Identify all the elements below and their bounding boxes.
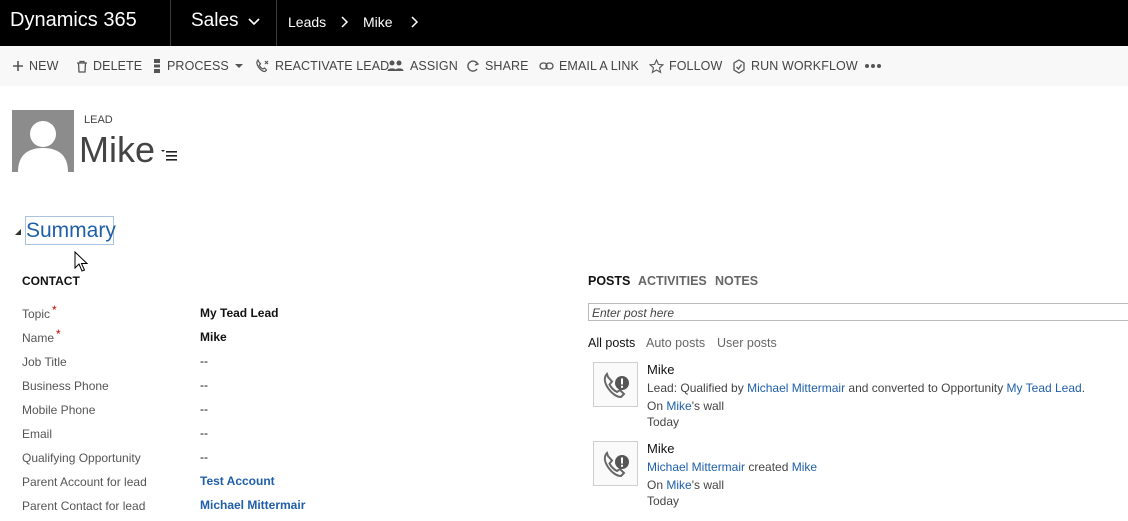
chevron-right-icon[interactable]: [340, 15, 350, 29]
mobile-phone-value[interactable]: --: [200, 402, 208, 416]
tab-activities[interactable]: ACTIVITIES: [638, 274, 707, 288]
delete-button[interactable]: DELETE: [76, 57, 142, 75]
post-timestamp: Today: [647, 415, 680, 429]
brand-title[interactable]: Dynamics 365: [10, 9, 137, 32]
parent-account-label: Parent Account for lead: [22, 475, 147, 489]
nav-divider: [276, 0, 277, 46]
avatar[interactable]: [12, 110, 74, 172]
post-wall: On Mike's wall: [647, 478, 724, 492]
chevron-right-icon[interactable]: [410, 15, 420, 29]
process-icon: [154, 59, 160, 73]
breadcrumb-leads[interactable]: Leads: [288, 14, 326, 30]
post-author[interactable]: Mike: [647, 362, 674, 377]
workflow-icon: [733, 58, 745, 74]
collapse-triangle-icon[interactable]: [14, 228, 22, 236]
follow-button[interactable]: FOLLOW: [649, 57, 722, 75]
reactivate-label: REACTIVATE LEAD: [275, 59, 390, 73]
email-label: Email: [22, 427, 53, 441]
caret-down-icon: [234, 64, 243, 68]
breadcrumb-mike[interactable]: Mike: [363, 14, 393, 30]
assign-button[interactable]: ASSIGN: [387, 57, 458, 75]
run-workflow-label: RUN WORKFLOW: [751, 59, 858, 73]
email-value[interactable]: --: [200, 426, 208, 440]
qualifying-opportunity-label: Qualifying Opportunity: [22, 451, 141, 465]
qualifying-opportunity-value[interactable]: --: [200, 450, 208, 464]
menu-icon[interactable]: [160, 148, 178, 162]
filter-all-posts[interactable]: All posts: [588, 336, 635, 350]
name-label: Name *: [22, 327, 61, 345]
share-label: SHARE: [485, 59, 529, 73]
app-switcher[interactable]: Sales: [191, 10, 239, 32]
share-icon: [467, 60, 480, 72]
email-link-label: EMAIL A LINK: [559, 59, 639, 73]
wall-link[interactable]: Mike: [666, 478, 691, 492]
mobile-phone-label: Mobile Phone: [22, 403, 96, 417]
contact-heading: CONTACT: [22, 274, 80, 288]
share-button[interactable]: SHARE: [466, 57, 529, 75]
tab-notes[interactable]: NOTES: [715, 274, 758, 288]
name-value[interactable]: Mike: [200, 330, 227, 344]
phone-alert-icon: [603, 450, 629, 477]
topic-value[interactable]: My Tead Lead: [200, 306, 278, 320]
business-phone-value[interactable]: --: [200, 378, 208, 392]
page-title: Mike: [79, 129, 156, 170]
command-bar: NEW DELETE PROCESS REACTIVATE LEAD ASSIG…: [0, 46, 1128, 86]
post-wall: On Mike's wall: [647, 399, 724, 413]
plus-icon: [13, 61, 23, 71]
wall-link[interactable]: Mike: [666, 399, 691, 413]
job-title-value[interactable]: --: [200, 354, 208, 368]
opportunity-link[interactable]: My Tead Lead: [1007, 381, 1082, 395]
job-title-label: Job Title: [22, 355, 67, 369]
process-button[interactable]: PROCESS: [152, 57, 248, 75]
chevron-down-icon[interactable]: [248, 14, 260, 28]
new-button[interactable]: NEW: [12, 57, 58, 75]
assign-icon: [387, 60, 404, 71]
top-nav-bar: Dynamics 365 Sales Leads Mike: [0, 0, 1128, 46]
follow-label: FOLLOW: [669, 59, 723, 73]
phone-alert-icon: [603, 371, 629, 398]
more-commands-button[interactable]: [864, 57, 887, 75]
email-a-link-button[interactable]: EMAIL A LINK: [539, 57, 639, 75]
parent-contact-label: Parent Contact for lead: [22, 499, 146, 513]
business-phone-label: Business Phone: [22, 379, 109, 393]
user-link[interactable]: Michael Mittermair: [647, 460, 745, 474]
assign-label: ASSIGN: [410, 59, 458, 73]
topic-label: Topic *: [22, 303, 57, 321]
trash-icon: [77, 60, 87, 73]
ellipsis-icon: [865, 64, 881, 68]
lead-link[interactable]: Mike: [792, 460, 817, 474]
parent-contact-link[interactable]: Michael Mittermair: [200, 498, 305, 512]
parent-account-link[interactable]: Test Account: [200, 474, 275, 488]
run-workflow-button[interactable]: RUN WORKFLOW: [732, 57, 858, 75]
nav-divider: [170, 0, 171, 46]
summary-section-header[interactable]: Summary: [25, 216, 116, 245]
person-icon: [18, 121, 68, 172]
mouse-cursor-icon: [74, 251, 88, 272]
post-icon: [593, 441, 638, 486]
post-timestamp: Today: [647, 494, 680, 508]
link-icon: [539, 62, 554, 70]
process-label: PROCESS: [167, 59, 229, 73]
phone-icon: [256, 59, 269, 73]
delete-label: DELETE: [93, 59, 143, 73]
post-text: Lead: Qualified by Michael Mittermair an…: [647, 381, 1086, 395]
post-input[interactable]: Enter post here: [588, 303, 1128, 321]
filter-auto-posts[interactable]: Auto posts: [646, 336, 705, 350]
reactivate-lead-button[interactable]: REACTIVATE LEAD: [255, 57, 389, 75]
entity-type-label: LEAD: [84, 114, 113, 126]
new-label: NEW: [29, 59, 59, 73]
filter-user-posts[interactable]: User posts: [717, 336, 777, 350]
user-link[interactable]: Michael Mittermair: [747, 381, 845, 395]
tab-posts[interactable]: POSTS: [588, 274, 630, 288]
post-text: Michael Mittermair created Mike: [647, 460, 818, 474]
post-icon: [593, 362, 638, 407]
star-icon: [649, 58, 664, 74]
post-author[interactable]: Mike: [647, 441, 674, 456]
